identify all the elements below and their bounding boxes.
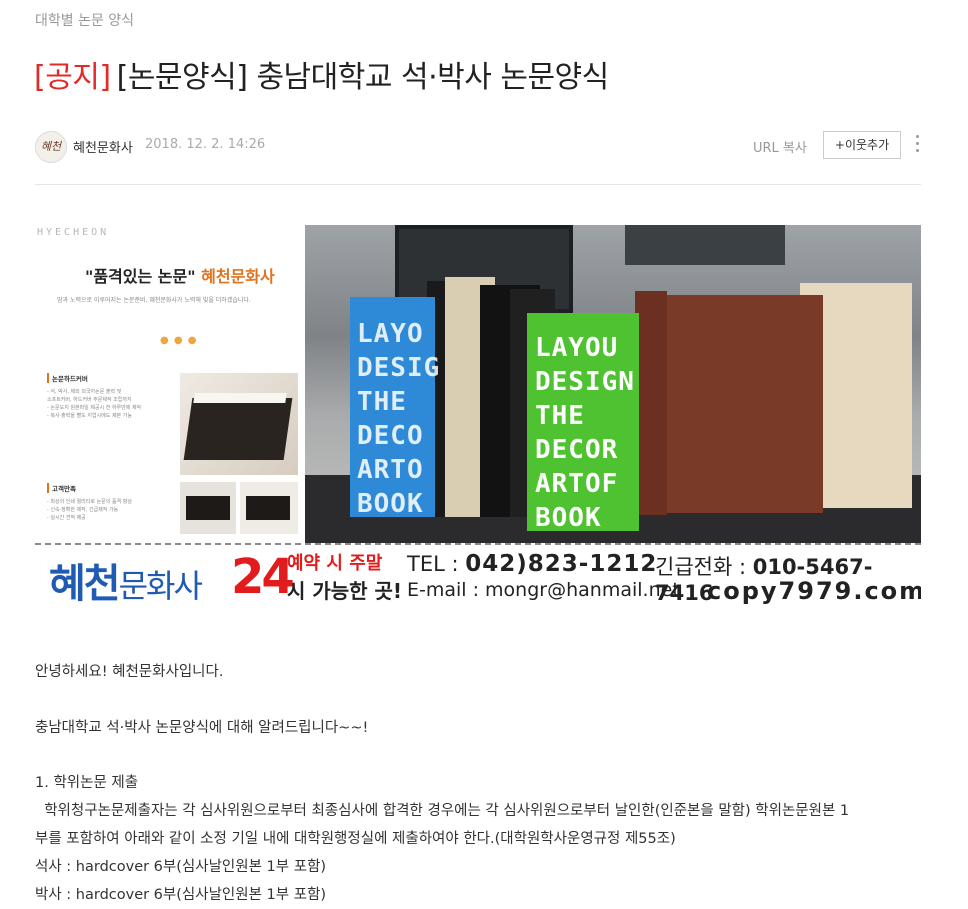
avatar[interactable]: 혜천 [35, 131, 67, 163]
post-title-text: [논문양식] 충남대학교 석·박사 논문양식 [116, 60, 610, 95]
post-date: 2018. 12. 2. 14:26 [145, 137, 266, 152]
tel-info: TEL : 042)823-1212 [407, 551, 657, 577]
banner-watermark: HYECHEON [37, 227, 110, 238]
greeting-text: 안녕하세요! 혜천문화사입니다. [35, 664, 224, 680]
decorative-dots-icon: ● ● ● [160, 335, 198, 346]
book-photo-thumbnail [240, 482, 298, 534]
author-row: 혜천 혜천문화사 2018. 12. 2. 14:26 URL 복사 +이웃추가 [35, 131, 921, 163]
book-brown [635, 291, 667, 515]
website-url: copy7979.com [707, 577, 921, 605]
add-neighbor-button[interactable]: +이웃추가 [823, 131, 901, 159]
company-name-main: 혜천 [49, 561, 121, 607]
banner-left-panel: HYECHEON "품격있는 논문" 혜천문화사 땀과 노력으로 이루어지는 논… [35, 225, 301, 543]
url-copy-button[interactable]: URL 복사 [753, 137, 807, 156]
slogan-quote: "품격있는 논문" [85, 267, 196, 286]
more-options-icon[interactable] [913, 135, 921, 157]
section-title: 1. 학위논문 제출 [35, 775, 139, 791]
green-book-cover-text: LAYOU DESIGN THE DECOR ARTOF BOOK [535, 333, 635, 533]
monitor-shape [625, 225, 785, 265]
section-paragraph-line: 학위청구논문제출자는 각 심사위원으로부터 최종심사에 합격한 경우에는 각 심… [35, 803, 850, 819]
feature-satisfaction: 고객만족 - 최상의 인쇄 퀄리티로 논문의 품격 향상 - 신속·정확한 제작… [47, 483, 177, 522]
feature-title: 고객만족 [47, 483, 177, 493]
tel-number: 042)823-1212 [465, 551, 658, 577]
divider [35, 184, 921, 185]
email-info: E-mail : mongr@hanmail.net [407, 579, 680, 601]
book-photo-thumbnail [180, 373, 298, 475]
hours-badge: 24 [231, 549, 295, 605]
feature-lines: - 석, 박사, 제외 외국어논문 출력 및 소프트커버, 하드커버 주문제작 … [47, 389, 142, 419]
reservation-line2: 시 가능한 곳! [287, 579, 403, 603]
category-link[interactable]: 대학별 논문 양식 [35, 10, 134, 30]
masters-requirement: 석사 : hardcover 6부(심사날인원본 1부 포함) [35, 859, 327, 875]
notice-tag: [공지] [34, 60, 111, 95]
tel-label: TEL : [407, 552, 466, 576]
book-photo-thumbnail [180, 482, 236, 534]
section-paragraph-line: 부를 포함하여 아래와 같이 소정 기일 내에 대학원행정실에 제출하여야 한다… [35, 831, 676, 847]
reservation-line1: 예약 시 주말 [287, 553, 383, 574]
urgent-label: 긴급전화 : [655, 555, 753, 579]
doctoral-requirement: 박사 : hardcover 6부(심사날인원본 1부 포함) [35, 887, 327, 903]
post-title: [공지] [논문양식] 충남대학교 석·박사 논문양식 [34, 52, 609, 96]
promo-banner-image[interactable]: HYECHEON "품격있는 논문" 혜천문화사 땀과 노력으로 이루어지는 논… [35, 225, 921, 607]
slogan-brand: 혜천문화사 [201, 267, 275, 286]
feature-title: 논문하드커버 [47, 373, 177, 383]
banner-slogan: "품격있는 논문" 혜천문화사 [85, 263, 275, 287]
company-name: 혜천문화사 [49, 551, 203, 607]
feature-lines: - 최상의 인쇄 퀄리티로 논문의 품격 향상 - 신속·정확한 제작, 긴급제… [47, 499, 132, 521]
contact-bar: 혜천문화사 24 예약 시 주말 시 가능한 곳! TEL : 042)823-… [35, 543, 921, 607]
company-name-suffix: 문화사 [118, 567, 203, 605]
post-page: 대학별 논문 양식 [공지] [논문양식] 충남대학교 석·박사 논문양식 혜천 … [0, 0, 968, 909]
intro-text: 충남대학교 석·박사 논문양식에 대해 알려드립니다~~! [35, 720, 369, 736]
banner-sub-slogan: 땀과 노력으로 이루어지는 논문준비, 혜천문화사가 노력해 빛을 더하겠습니다… [57, 297, 251, 304]
book-brown [663, 295, 823, 513]
books-photo: LAYO DESIG THE DECO ARTO BOOK LAYOU DESI… [305, 225, 921, 543]
blue-book-cover-text: LAYO DESIG THE DECO ARTO BOOK [357, 319, 441, 519]
author-nickname[interactable]: 혜천문화사 [73, 137, 133, 156]
feature-hardcover: 논문하드커버 - 석, 박사, 제외 외국어논문 출력 및 소프트커버, 하드커… [47, 373, 177, 420]
